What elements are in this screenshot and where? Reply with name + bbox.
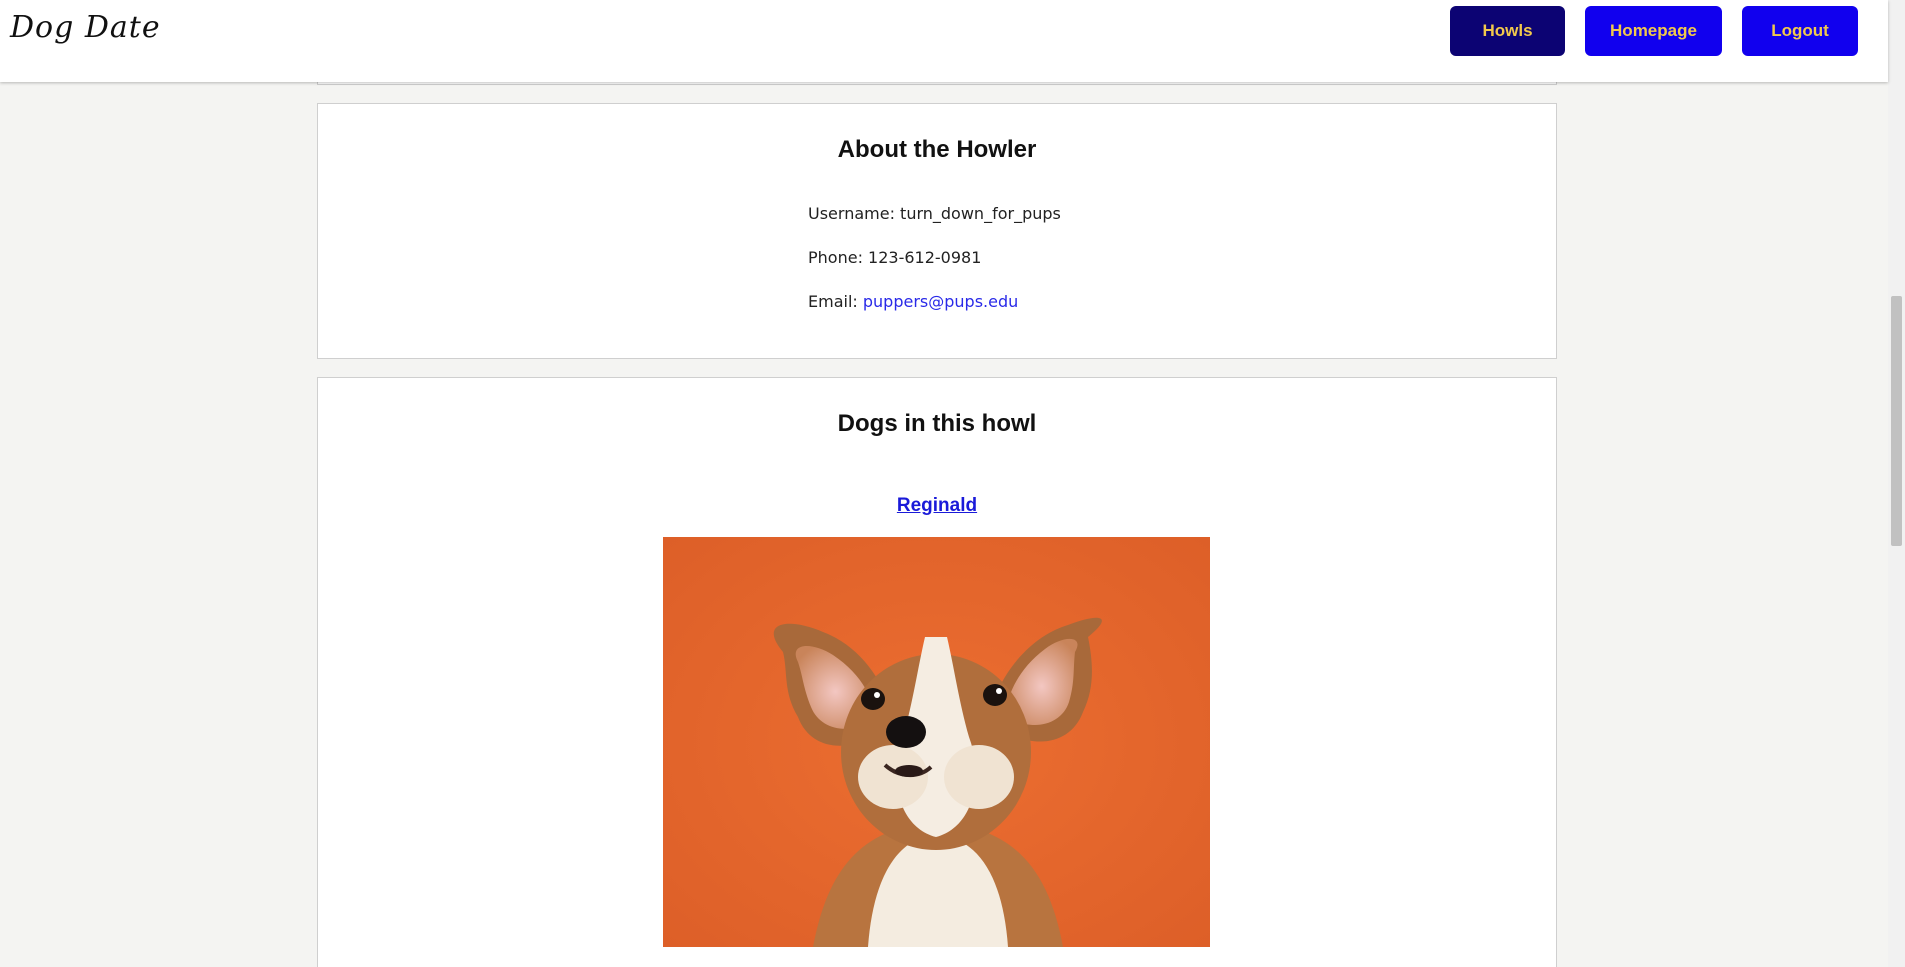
username-value: turn_down_for_pups [900, 204, 1061, 223]
dogs-in-howl-card: Dogs in this howl Reginald [317, 377, 1557, 967]
dogs-in-howl-title: Dogs in this howl [837, 410, 1037, 437]
username-label: Username: [808, 204, 901, 223]
homepage-button[interactable]: Homepage [1585, 6, 1722, 56]
brand-logo[interactable]: Dog Date [10, 10, 161, 45]
top-navbar: Dog Date Howls Homepage Logout [0, 0, 1888, 82]
phone-line: Phone: 123-612-0981 [808, 248, 981, 267]
about-howler-card: About the Howler Username: turn_down_for… [317, 103, 1557, 359]
username-line: Username: turn_down_for_pups [808, 204, 1061, 223]
scrollbar-thumb[interactable] [1891, 296, 1902, 546]
dog-name-link[interactable]: Reginald [318, 495, 1556, 517]
logout-button[interactable]: Logout [1742, 6, 1858, 56]
email-line: Email: puppers@pups.edu [808, 292, 1018, 311]
page-scrollbar[interactable] [1888, 0, 1905, 967]
howls-button[interactable]: Howls [1450, 6, 1565, 56]
about-howler-title: About the Howler [837, 136, 1037, 163]
phone-value: 123-612-0981 [868, 248, 982, 267]
corgi-puppy-image [663, 537, 1210, 947]
email-link[interactable]: puppers@pups.edu [863, 292, 1018, 311]
email-label: Email: [808, 292, 863, 311]
phone-label: Phone: [808, 248, 869, 267]
dog-photo[interactable] [663, 537, 1210, 947]
